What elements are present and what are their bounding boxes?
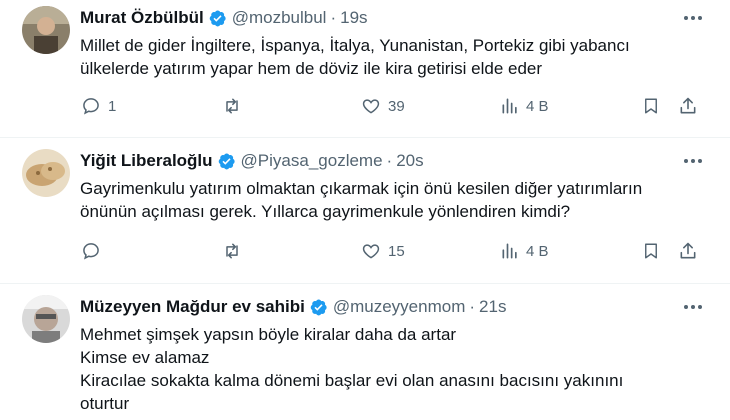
- author-name[interactable]: Yiğit Liberaloğlu: [80, 151, 213, 171]
- views-button[interactable]: 4 B: [500, 96, 549, 116]
- more-icon[interactable]: [682, 151, 704, 171]
- bookmark-icon: [645, 98, 657, 114]
- retweet-icon: [226, 243, 238, 259]
- tweet[interactable]: Müzeyyen Mağdur ev sahibi @muzeyyenmom ·…: [0, 295, 730, 420]
- tweet-text-line: oturtur: [80, 394, 130, 413]
- author-handle[interactable]: @mozbulbul: [232, 8, 327, 28]
- views-count: 4 B: [526, 97, 549, 115]
- tweet-text-line: Millet de gider İngiltere, İspanya, İtal…: [80, 36, 630, 55]
- like-button[interactable]: 39: [360, 96, 405, 116]
- views-icon: [502, 243, 517, 259]
- separator-dot: ·: [330, 8, 337, 27]
- retweet-button[interactable]: [220, 241, 244, 261]
- tweet-text: Gayrimenkulu yatırım olmaktan çıkarmak i…: [80, 177, 642, 223]
- retweet-icon: [226, 98, 238, 114]
- tweet-divider: [0, 137, 730, 138]
- tweet[interactable]: Murat Özbülbül @mozbulbul · 19s Millet d…: [0, 6, 730, 130]
- reply-button[interactable]: [80, 241, 108, 261]
- tweet-divider: [0, 283, 730, 284]
- reply-count: 1: [108, 97, 117, 115]
- verified-badge-icon: [208, 9, 227, 28]
- author-name[interactable]: Murat Özbülbül: [80, 8, 204, 28]
- bookmark-button[interactable]: [642, 96, 660, 116]
- tweet-text: Millet de gider İngiltere, İspanya, İtal…: [80, 34, 630, 80]
- heart-icon: [362, 244, 380, 259]
- avatar[interactable]: [22, 295, 70, 343]
- tweet-text: Mehmet şimşek yapsın böyle kiralar daha …: [80, 323, 623, 415]
- tweet-text-line: Kiracılae sokakta kalma dönemi başlar ev…: [80, 371, 624, 390]
- timestamp[interactable]: 20s: [396, 151, 423, 171]
- avatar[interactable]: [22, 6, 70, 54]
- more-icon[interactable]: [682, 8, 704, 28]
- reply-button[interactable]: 1: [80, 96, 116, 116]
- separator-dot: ·: [469, 297, 476, 316]
- tweet-text-line: Kimse ev alamaz: [80, 348, 210, 367]
- bookmark-button[interactable]: [642, 241, 660, 261]
- like-count: 39: [388, 97, 405, 115]
- author-name[interactable]: Müzeyyen Mağdur ev sahibi: [80, 297, 305, 317]
- retweet-button[interactable]: [220, 96, 244, 116]
- tweet-text-line: ülkelerde yatırım yapar hem de döviz ile…: [80, 59, 543, 78]
- heart-icon: [362, 99, 380, 114]
- reply-icon: [83, 98, 99, 115]
- tweet-actions: 15 4 B: [80, 241, 700, 265]
- tweet-text-line: Gayrimenkulu yatırım olmaktan çıkarmak i…: [80, 179, 643, 198]
- tweet[interactable]: Yiğit Liberaloğlu @Piyasa_gozleme · 20s …: [0, 149, 730, 273]
- bookmark-icon: [645, 243, 657, 259]
- more-icon[interactable]: [682, 297, 704, 317]
- share-button[interactable]: [678, 96, 698, 116]
- author-handle[interactable]: @Piyasa_gozleme: [241, 151, 383, 171]
- share-icon: [680, 242, 696, 259]
- verified-badge-icon: [217, 152, 236, 171]
- tweet-actions: 1 39 4 B: [80, 96, 700, 120]
- tweet-text-line: önünün açılması gerek. Yıllarca gayrimen…: [80, 202, 571, 221]
- like-button[interactable]: 15: [360, 241, 405, 261]
- views-count: 4 B: [526, 242, 549, 260]
- author-handle[interactable]: @muzeyyenmom: [333, 297, 466, 317]
- tweet-text-line: Mehmet şimşek yapsın böyle kiralar daha …: [80, 325, 457, 344]
- views-icon: [502, 98, 517, 114]
- verified-badge-icon: [309, 298, 328, 317]
- separator-dot: ·: [386, 151, 393, 170]
- views-button[interactable]: 4 B: [500, 241, 549, 261]
- share-button[interactable]: [678, 241, 698, 261]
- share-icon: [680, 97, 696, 114]
- reply-icon: [83, 243, 99, 260]
- avatar[interactable]: [22, 149, 70, 197]
- timestamp[interactable]: 21s: [479, 297, 506, 317]
- like-count: 15: [388, 242, 405, 260]
- timestamp[interactable]: 19s: [340, 8, 367, 28]
